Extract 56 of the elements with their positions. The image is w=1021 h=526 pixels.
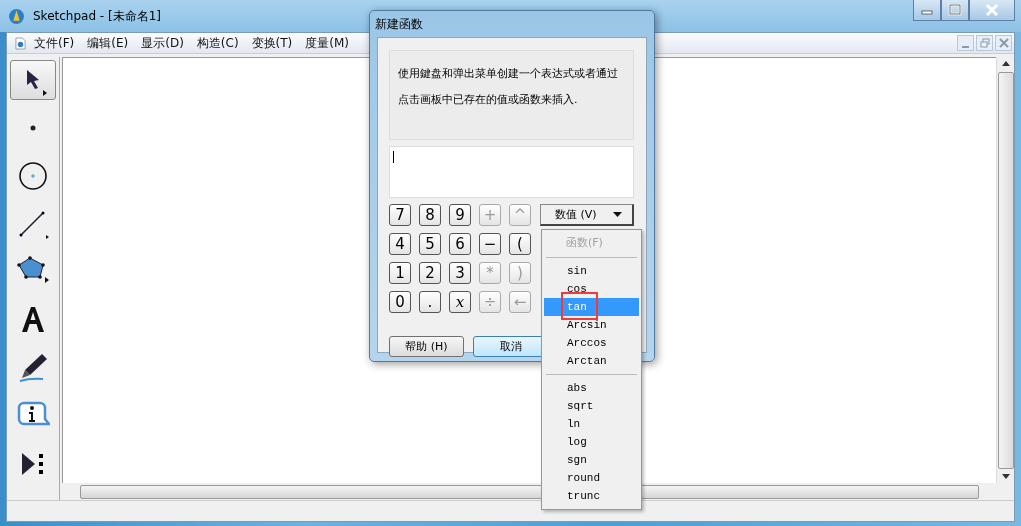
close-icon xyxy=(984,4,1000,16)
vertical-scrollbar[interactable] xyxy=(996,57,1014,483)
menu-item[interactable]: round xyxy=(544,469,639,487)
keypad-key[interactable]: ( xyxy=(509,233,531,255)
keypad-key[interactable]: 5 xyxy=(419,233,441,255)
keypad-key[interactable]: . xyxy=(419,291,441,313)
window-title: Sketchpad - [未命名1] xyxy=(33,7,161,25)
close-icon xyxy=(998,38,1009,48)
keypad-key[interactable]: 7 xyxy=(389,204,411,226)
restore-icon xyxy=(979,38,990,48)
value-dropdown[interactable]: 数值 (V) xyxy=(540,204,634,226)
highlight-box xyxy=(561,292,598,320)
maximize-icon xyxy=(948,4,962,16)
restore-button[interactable] xyxy=(976,35,993,51)
menu-item[interactable]: Arcsin xyxy=(544,316,639,334)
keypad-key[interactable]: x xyxy=(449,291,471,313)
minimize-button[interactable] xyxy=(913,0,941,21)
menu-item[interactable]: 文件(F) xyxy=(34,34,75,52)
maximize-button[interactable] xyxy=(941,0,969,21)
menu-item[interactable]: sgn xyxy=(544,451,639,469)
menu-item[interactable]: trunc xyxy=(544,487,639,505)
keypad-key[interactable]: 9 xyxy=(449,204,471,226)
menu-item[interactable]: sqrt xyxy=(544,397,639,415)
menu-item[interactable]: 变换(T) xyxy=(251,34,293,52)
menu-item[interactable]: 显示(D) xyxy=(141,34,184,52)
close-button[interactable] xyxy=(995,35,1012,51)
caret-icon xyxy=(612,211,622,218)
instruction-text: 使用鍵盘和弹出菜单创建一个表达式或者通过点击画板中已存在的值或函数来插入. xyxy=(389,50,634,140)
menu-item[interactable]: sin xyxy=(544,262,639,280)
minimize-icon xyxy=(962,45,969,48)
keypad-key[interactable]: 4 xyxy=(389,233,411,255)
dialog-title: 新建函数 xyxy=(374,16,424,33)
menu-item[interactable]: log xyxy=(544,433,639,451)
expression-field[interactable] xyxy=(389,146,634,198)
menu-item[interactable]: 度量(M) xyxy=(305,34,349,52)
keypad-key[interactable]: − xyxy=(479,233,501,255)
dialog-button[interactable]: 帮助 (H) xyxy=(389,336,464,357)
keypad-key[interactable]: 2 xyxy=(419,262,441,284)
menu-item[interactable]: abs xyxy=(544,379,639,397)
menu-header: 函数(F) xyxy=(565,235,604,251)
circle-icon xyxy=(16,159,50,193)
close-button[interactable] xyxy=(969,0,1015,21)
dot-icon xyxy=(30,125,36,131)
app-logo-icon xyxy=(8,7,25,25)
minimize-button[interactable] xyxy=(957,35,974,51)
document-icon xyxy=(15,36,26,50)
keypad-key[interactable]: 6 xyxy=(449,233,471,255)
keypad-key[interactable]: 3 xyxy=(449,262,471,284)
keypad-key[interactable]: 1 xyxy=(389,262,411,284)
menu-item[interactable]: ln xyxy=(544,415,639,433)
menu-item[interactable]: 构造(C) xyxy=(196,34,239,52)
menu-item[interactable]: cos xyxy=(544,280,639,298)
menu-item[interactable]: 编辑(E) xyxy=(87,34,129,52)
select-tool-button[interactable] xyxy=(10,60,56,100)
keypad-key[interactable]: 8 xyxy=(419,204,441,226)
keypad-key[interactable]: 0 xyxy=(389,291,411,313)
